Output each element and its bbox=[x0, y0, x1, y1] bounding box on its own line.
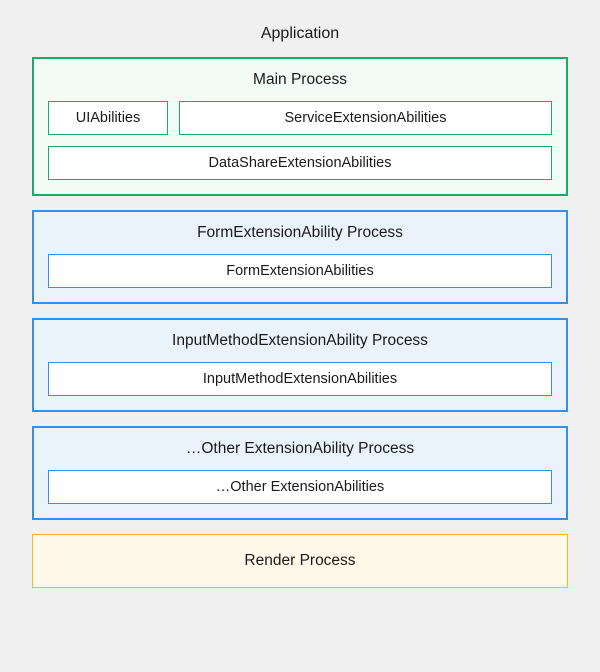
ime-ext-process-title: InputMethodExtensionAbility Process bbox=[48, 332, 552, 350]
render-process-title: Render Process bbox=[47, 552, 553, 570]
other-ext-abilities-box: …Other ExtensionAbilities bbox=[48, 470, 552, 504]
main-process-row2: DataShareExtensionAbilities bbox=[48, 146, 552, 180]
main-process-row1: UIAbilities ServiceExtensionAbilities bbox=[48, 101, 552, 135]
form-ext-abilities-box: FormExtensionAbilities bbox=[48, 254, 552, 288]
main-process-title: Main Process bbox=[48, 71, 552, 89]
form-ext-process-box: FormExtensionAbility Process FormExtensi… bbox=[32, 210, 568, 304]
form-ext-process-title: FormExtensionAbility Process bbox=[48, 224, 552, 242]
render-process-box: Render Process bbox=[32, 534, 568, 588]
application-diagram: Application Main Process UIAbilities Ser… bbox=[32, 25, 568, 588]
ime-ext-process-box: InputMethodExtensionAbility Process Inpu… bbox=[32, 318, 568, 412]
datashare-ext-abilities-box: DataShareExtensionAbilities bbox=[48, 146, 552, 180]
service-ext-abilities-box: ServiceExtensionAbilities bbox=[179, 101, 552, 135]
other-ext-process-box: …Other ExtensionAbility Process …Other E… bbox=[32, 426, 568, 520]
other-ext-process-title: …Other ExtensionAbility Process bbox=[48, 440, 552, 458]
ime-ext-abilities-box: InputMethodExtensionAbilities bbox=[48, 362, 552, 396]
application-title: Application bbox=[32, 25, 568, 43]
ui-abilities-box: UIAbilities bbox=[48, 101, 168, 135]
main-process-box: Main Process UIAbilities ServiceExtensio… bbox=[32, 57, 568, 196]
